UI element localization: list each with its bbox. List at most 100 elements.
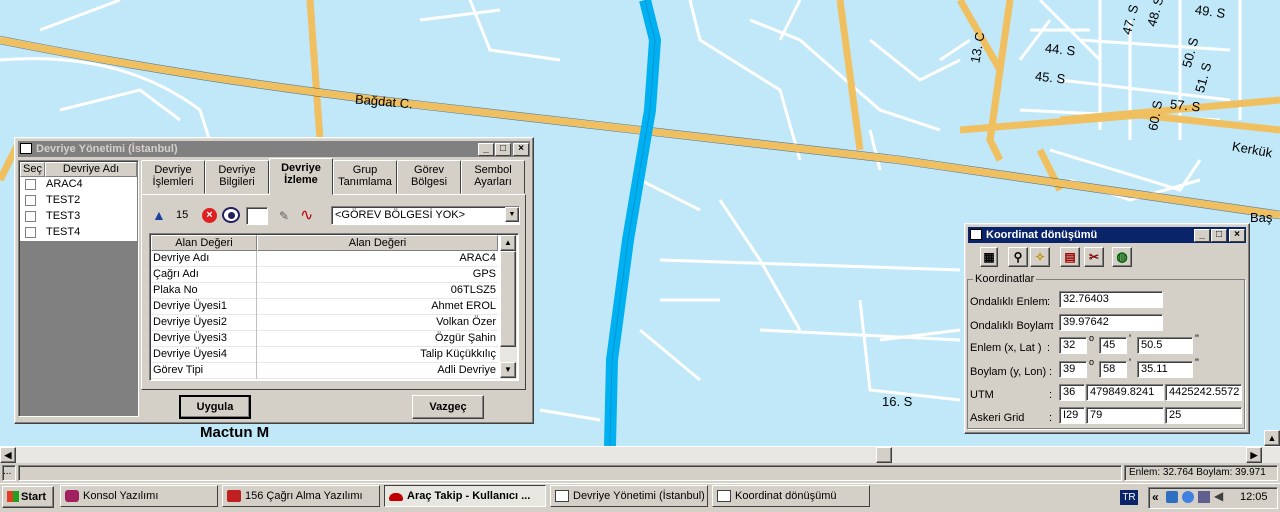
taskbar-item-koordinat[interactable]: Koordinat dönüşümü — [712, 485, 870, 507]
minimize-button[interactable]: _ — [478, 143, 494, 156]
list-item[interactable]: TEST4 — [46, 226, 80, 238]
cancel-button[interactable]: Vazgeç — [412, 395, 484, 419]
taskbar-item-cagri[interactable]: 156 Çağrı Alma Yazılımı — [222, 485, 380, 507]
lon-minute-field[interactable]: 58 — [1099, 361, 1127, 378]
route-icon[interactable]: ∿ — [300, 205, 313, 225]
taskbar-item-konsol[interactable]: Konsol Yazılımı — [60, 485, 218, 507]
eye-icon[interactable] — [222, 207, 240, 223]
table-row[interactable]: Devriye Üyesi4 Talip Küçükkılıç — [151, 347, 498, 363]
tab-gorev-bolgesi[interactable]: Görev Bölgesi — [397, 160, 461, 194]
scroll-left-button[interactable]: ◀ — [0, 447, 16, 463]
chevron-down-icon[interactable]: ▼ — [505, 207, 519, 222]
list-header-select[interactable]: Seç — [20, 162, 45, 177]
grid-header-value[interactable]: Alan Değeri — [257, 235, 498, 251]
tray-volume-icon[interactable]: ◀ — [1214, 489, 1223, 503]
globe-icon[interactable]: ◍ — [1112, 247, 1132, 267]
utm-easting-field[interactable]: 479849.8241 — [1086, 384, 1164, 401]
taskbar-item-devriye[interactable]: Devriye Yönetimi (İstanbul) — [550, 485, 708, 507]
lon-degree-field[interactable]: 39 — [1059, 361, 1087, 378]
mgrs-grid-field[interactable]: 25 — [1165, 407, 1242, 424]
list-item[interactable]: TEST3 — [46, 210, 80, 222]
pointer-icon[interactable]: ✎ — [279, 209, 289, 223]
mgrs-zone-field[interactable]: I29 — [1059, 407, 1085, 424]
tab-sembol-ayarlari[interactable]: Sembol Ayarları — [461, 160, 525, 194]
close-button[interactable]: × — [1229, 229, 1245, 242]
taskbar-label: Devriye Yönetimi (İstanbul) — [573, 490, 705, 502]
scroll-down-button[interactable]: ▼ — [500, 362, 516, 378]
lat-decimal-field[interactable]: 32.76403 — [1059, 291, 1163, 308]
table-row[interactable]: Devriye Üyesi3 Özgür Şahin — [151, 331, 498, 347]
minute-symbol: ' — [1129, 357, 1132, 369]
tray-monitor-icon[interactable] — [1198, 491, 1210, 503]
scroll-thumb[interactable] — [500, 251, 516, 347]
row-key: Devriye Üyesi4 — [153, 348, 227, 360]
utm-zone-field[interactable]: 36 — [1059, 384, 1085, 401]
tray-network-icon[interactable] — [1166, 491, 1178, 503]
row-value: Volkan Özer — [436, 316, 496, 328]
tab-devriye-islemleri[interactable]: Devriye İşlemleri — [141, 160, 205, 194]
patrol-checkbox[interactable] — [25, 227, 36, 238]
list-item[interactable]: TEST2 — [46, 194, 80, 206]
tray-expand-icon[interactable]: « — [1152, 490, 1159, 504]
table-row[interactable]: Devriye Adı ARAC4 — [151, 251, 498, 267]
status-left: ... — [2, 465, 16, 481]
patrol-checkbox[interactable] — [25, 195, 36, 206]
table-row[interactable]: Çağrı Adı GPS — [151, 267, 498, 283]
devriye-titlebar[interactable]: Devriye Yönetimi (İstanbul) _ □ × — [18, 141, 530, 157]
window-icon — [20, 143, 32, 154]
table-row[interactable]: Devriye Üyesi1 Ahmet EROL — [151, 299, 498, 315]
patrol-checkbox[interactable] — [25, 211, 36, 222]
search-icon[interactable]: ⚲ — [1008, 247, 1028, 267]
lat-degree-field[interactable]: 32 — [1059, 337, 1087, 354]
table-row[interactable]: Devriye Üyesi2 Volkan Özer — [151, 315, 498, 331]
table-row[interactable]: Görev Tipi Adli Devriye — [151, 363, 498, 379]
tab-devriye-bilgileri[interactable]: Devriye Bilgileri — [205, 160, 269, 194]
patrol-checkbox[interactable] — [25, 179, 36, 190]
street-label: 44. S — [1044, 40, 1077, 59]
lon-decimal-field[interactable]: 39.97642 — [1059, 314, 1163, 331]
tray-security-icon[interactable] — [1182, 491, 1194, 503]
language-indicator[interactable]: TR — [1120, 490, 1138, 505]
tab-grup-tanimlama[interactable]: Grup Tanımlama — [333, 160, 397, 194]
scroll-up-button[interactable]: ▲ — [500, 235, 516, 251]
list-header-name[interactable]: Devriye Adı — [45, 162, 137, 177]
lat-minute-field[interactable]: 45 — [1099, 337, 1127, 354]
calculator-icon[interactable]: ▦ — [980, 247, 998, 267]
mgrs-square-field[interactable]: 79 — [1086, 407, 1164, 424]
map-hscrollbar[interactable]: ◀ ▶ — [0, 446, 1280, 463]
grid-icon[interactable]: ▤ — [1060, 247, 1080, 267]
list-item[interactable]: ARAC4 — [46, 178, 83, 190]
street-label: 16. S — [882, 394, 913, 409]
color-box[interactable] — [246, 207, 268, 225]
degree-symbol: o — [1089, 357, 1095, 367]
tab-label: Devriye — [281, 162, 321, 174]
scroll-thumb[interactable] — [876, 447, 892, 463]
window-icon — [717, 490, 731, 502]
start-button[interactable]: Start — [2, 486, 54, 508]
maximize-button[interactable]: □ — [495, 143, 511, 156]
tab-devriye-izleme[interactable]: Devriye İzleme — [269, 158, 333, 195]
clock[interactable]: 12:05 — [1240, 491, 1268, 503]
koordinat-titlebar[interactable]: Koordinat dönüşümü _ □ × — [968, 227, 1246, 243]
tools-icon[interactable]: ✂ — [1084, 247, 1104, 267]
pin-icon[interactable]: ✧ — [1030, 247, 1050, 267]
lat-second-field[interactable]: 50.5 — [1137, 337, 1193, 354]
region-select[interactable]: <GÖREV BÖLGESİ YOK> ▼ — [331, 206, 520, 225]
grid-header-key[interactable]: Alan Değeri — [151, 235, 257, 251]
utm-northing-field[interactable]: 4425242.5572 — [1165, 384, 1242, 401]
minimize-button[interactable]: _ — [1194, 229, 1210, 242]
stop-icon[interactable]: × — [202, 208, 217, 223]
scroll-right-button[interactable]: ▶ — [1246, 447, 1262, 463]
taskbar-item-arac-takip[interactable]: Araç Takip - Kullanıcı ... — [384, 485, 546, 507]
track-icon[interactable]: ▲ — [152, 207, 168, 223]
lon-second-field[interactable]: 35.11 — [1137, 361, 1193, 378]
apply-button[interactable]: Uygula — [179, 395, 251, 419]
grid-vscrollbar[interactable]: ▲ ▼ — [500, 235, 517, 379]
row-value: Adli Devriye — [437, 364, 496, 376]
colon: : — [1049, 389, 1053, 401]
tab-label: Ayarları — [474, 176, 512, 188]
maximize-button[interactable]: □ — [1211, 229, 1227, 242]
scroll-up-button[interactable]: ▲ — [1264, 430, 1280, 446]
close-button[interactable]: × — [513, 143, 529, 156]
table-row[interactable]: Plaka No 06TLSZ5 — [151, 283, 498, 299]
